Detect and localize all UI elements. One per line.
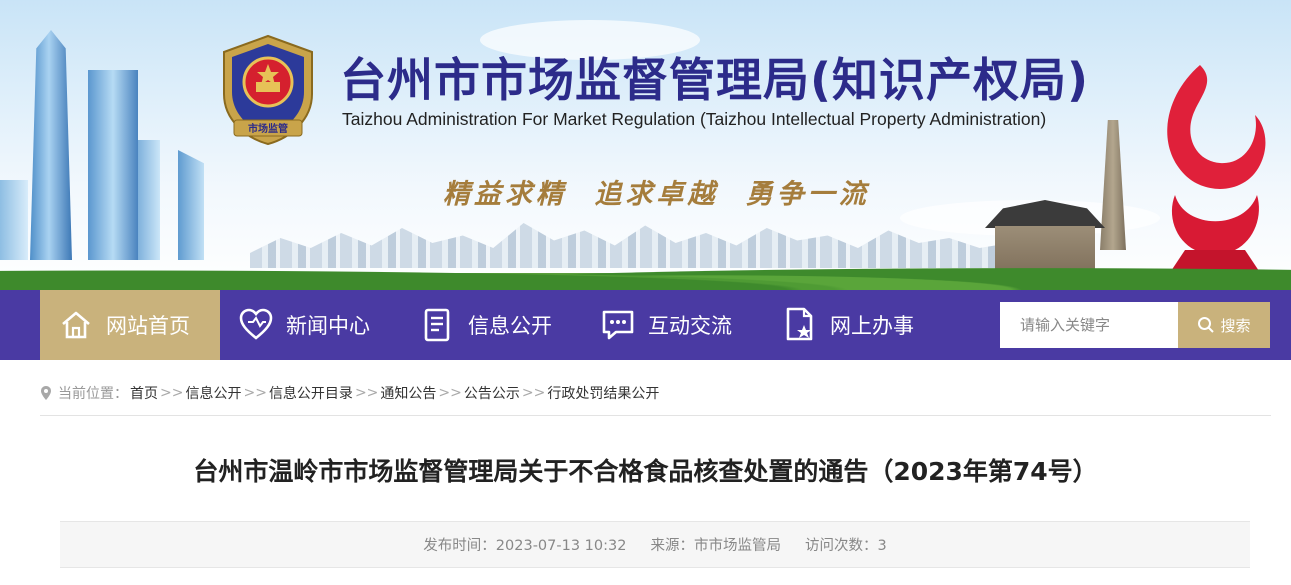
chat-icon — [600, 307, 636, 343]
search-input[interactable] — [1000, 302, 1178, 348]
nav-item-interaction[interactable]: 互动交流 — [600, 290, 770, 360]
breadcrumb-item-info-catalog[interactable]: 信息公开目录 — [269, 383, 353, 403]
nav-item-online-service[interactable]: 网上办事 — [782, 290, 952, 360]
nav-item-info-public[interactable]: 信息公开 — [420, 290, 590, 360]
building-illustration — [88, 70, 138, 260]
site-banner: 市场监管 台州市市场监督管理局(知识产权局) Taizhou Administr… — [0, 0, 1291, 290]
publish-time: 发布时间：2023-07-13 10:32 — [423, 538, 627, 554]
breadcrumb-separator: >> — [160, 384, 184, 401]
breadcrumb-item-notices[interactable]: 通知公告 — [380, 383, 436, 403]
article-meta: 发布时间：2023-07-13 10:32 来源：市市场监管局 访问次数：3 — [60, 521, 1250, 568]
article-title: 台州市温岭市市场监督管理局关于不合格食品核查处置的通告（2023年第74号） — [193, 457, 1098, 486]
document-icon — [420, 307, 456, 343]
search-button[interactable]: 搜索 — [1178, 302, 1270, 348]
heart-icon — [238, 307, 274, 343]
location-pin-icon — [41, 385, 51, 400]
building-illustration — [138, 140, 160, 260]
emblem-text: 市场监管 — [248, 122, 288, 135]
breadcrumb-separator: >> — [354, 384, 379, 401]
breadcrumb: 当前位置： 首页 >> 信息公开 >> 信息公开目录 >> 通知公告 >> 公告… — [40, 370, 1271, 416]
breadcrumb-label: 当前位置： — [58, 385, 128, 402]
building-illustration — [0, 180, 28, 260]
home-icon — [58, 307, 94, 343]
file-star-icon — [782, 307, 818, 343]
nav-item-label: 信息公开 — [468, 314, 552, 338]
breadcrumb-item-info-public[interactable]: 信息公开 — [185, 383, 241, 403]
breadcrumb-item-penalty-results[interactable]: 行政处罚结果公开 — [547, 383, 659, 403]
building-illustration — [178, 150, 204, 260]
breadcrumb-separator: >> — [521, 384, 546, 401]
trees-illustration — [0, 256, 1291, 290]
emblem-logo[interactable]: 市场监管 — [216, 34, 320, 146]
nav-item-label: 网站首页 — [106, 314, 190, 338]
nav-item-news[interactable]: 新闻中心 — [238, 290, 408, 360]
breadcrumb-separator: >> — [438, 384, 462, 401]
site-subtitle: Taizhou Administration For Market Regula… — [342, 109, 1047, 129]
nav-item-home[interactable]: 网站首页 — [40, 290, 220, 360]
breadcrumb-item-announcements[interactable]: 公告公示 — [464, 383, 520, 403]
nav-item-label: 互动交流 — [648, 314, 732, 338]
red-sculpture-illustration — [1167, 65, 1266, 277]
search-box: 搜索 — [1000, 302, 1270, 348]
nav-item-label: 网上办事 — [830, 314, 914, 338]
search-button-label: 搜索 — [1220, 316, 1251, 335]
search-icon — [1198, 317, 1215, 333]
article-source: 来源：市市场监管局 — [650, 538, 781, 554]
breadcrumb-separator: >> — [243, 384, 267, 401]
site-title: 台州市市场监督管理局(知识产权局) — [340, 53, 1090, 107]
site-slogan: 精益求精 追求卓越 勇争一流 — [443, 179, 870, 210]
view-count: 访问次数：3 — [804, 538, 887, 554]
building-illustration — [30, 30, 72, 260]
nav-item-label: 新闻中心 — [286, 314, 370, 338]
breadcrumb-item-home[interactable]: 首页 — [130, 383, 158, 403]
